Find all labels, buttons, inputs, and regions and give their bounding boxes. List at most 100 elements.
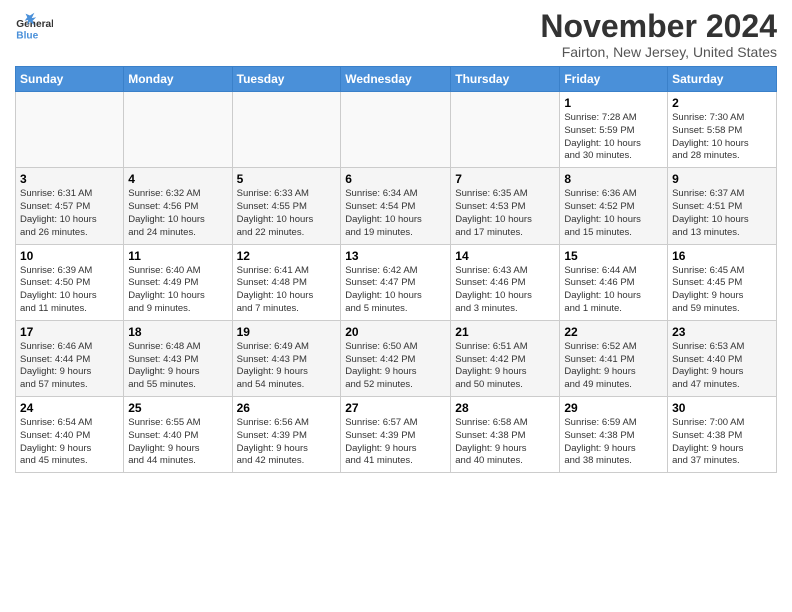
day-info: Sunrise: 6:31 AM Sunset: 4:57 PM Dayligh… [20, 188, 119, 239]
table-row: 6 Sunrise: 6:34 AM Sunset: 4:54 PM Daylig… [341, 168, 451, 244]
table-row: 9 Sunrise: 6:37 AM Sunset: 4:51 PM Daylig… [668, 168, 777, 244]
day-info: Sunrise: 6:45 AM Sunset: 4:45 PM Dayligh… [672, 265, 772, 316]
calendar-week-row: 17Sunrise: 6:46 AM Sunset: 4:44 PM Dayli… [16, 320, 777, 396]
header-monday: Monday [124, 67, 232, 92]
day-number: 5 [237, 172, 337, 186]
day-info: Sunrise: 6:32 AM Sunset: 4:56 PM Dayligh… [128, 188, 227, 239]
day-number: 12 [237, 249, 337, 263]
day-number: 16 [672, 249, 772, 263]
table-row: 18 Sunrise: 6:48 AM Sunset: 4:43 PM Dayli… [124, 320, 232, 396]
table-row: 4 Sunrise: 6:32 AM Sunset: 4:56 PM Daylig… [124, 168, 232, 244]
day-number: 4 [128, 172, 227, 186]
svg-text:Blue: Blue [16, 31, 38, 42]
day-number: 13 [345, 249, 446, 263]
table-row: 23 Sunrise: 6:53 AM Sunset: 4:40 PM Dayli… [668, 320, 777, 396]
location: Fairton, New Jersey, United States [540, 44, 777, 60]
table-row: 10 Sunrise: 6:39 AM Sunset: 4:50 PM Dayli… [16, 244, 124, 320]
day-number: 15 [564, 249, 663, 263]
day-info: Sunrise: 7:00 AM Sunset: 4:38 PM Dayligh… [672, 417, 772, 468]
logo: General Blue [15, 10, 53, 48]
day-info: Sunrise: 7:28 AM Sunset: 5:59 PM Dayligh… [564, 112, 663, 163]
day-info: Sunrise: 7:30 AM Sunset: 5:58 PM Dayligh… [672, 112, 772, 163]
table-row: 19 Sunrise: 6:49 AM Sunset: 4:43 PM Dayli… [232, 320, 341, 396]
day-info: Sunrise: 6:50 AM Sunset: 4:42 PM Dayligh… [345, 341, 446, 392]
calendar-week-row: 3 Sunrise: 6:31 AM Sunset: 4:57 PM Daylig… [16, 168, 777, 244]
table-row: 11 Sunrise: 6:40 AM Sunset: 4:49 PM Dayli… [124, 244, 232, 320]
day-number: 25 [128, 401, 227, 415]
header-thursday: Thursday [451, 67, 560, 92]
day-number: 28 [455, 401, 555, 415]
header-sunday: Sunday [16, 67, 124, 92]
day-info: Sunrise: 6:53 AM Sunset: 4:40 PM Dayligh… [672, 341, 772, 392]
day-number: 11 [128, 249, 227, 263]
header-tuesday: Tuesday [232, 67, 341, 92]
day-info: Sunrise: 6:54 AM Sunset: 4:40 PM Dayligh… [20, 417, 119, 468]
day-number: 26 [237, 401, 337, 415]
day-info: Sunrise: 6:35 AM Sunset: 4:53 PM Dayligh… [455, 188, 555, 239]
day-info: Sunrise: 6:43 AM Sunset: 4:46 PM Dayligh… [455, 265, 555, 316]
table-row: 29 Sunrise: 6:59 AM Sunset: 4:38 PM Dayli… [560, 397, 668, 473]
svg-text:General: General [16, 19, 53, 30]
table-row: 30Sunrise: 7:00 AM Sunset: 4:38 PM Dayli… [668, 397, 777, 473]
table-row: 27 Sunrise: 6:57 AM Sunset: 4:39 PM Dayli… [341, 397, 451, 473]
header-friday: Friday [560, 67, 668, 92]
calendar-week-row: 1 Sunrise: 7:28 AM Sunset: 5:59 PM Daylig… [16, 92, 777, 168]
title-section: November 2024 Fairton, New Jersey, Unite… [540, 10, 777, 60]
day-info: Sunrise: 6:55 AM Sunset: 4:40 PM Dayligh… [128, 417, 227, 468]
day-info: Sunrise: 6:39 AM Sunset: 4:50 PM Dayligh… [20, 265, 119, 316]
day-info: Sunrise: 6:44 AM Sunset: 4:46 PM Dayligh… [564, 265, 663, 316]
calendar-table: Sunday Monday Tuesday Wednesday Thursday… [15, 66, 777, 473]
day-number: 8 [564, 172, 663, 186]
table-row: 14 Sunrise: 6:43 AM Sunset: 4:46 PM Dayli… [451, 244, 560, 320]
day-info: Sunrise: 6:59 AM Sunset: 4:38 PM Dayligh… [564, 417, 663, 468]
day-number: 17 [20, 325, 119, 339]
day-number: 14 [455, 249, 555, 263]
day-number: 3 [20, 172, 119, 186]
table-row: 1 Sunrise: 7:28 AM Sunset: 5:59 PM Daylig… [560, 92, 668, 168]
day-info: Sunrise: 6:42 AM Sunset: 4:47 PM Dayligh… [345, 265, 446, 316]
table-row: 16 Sunrise: 6:45 AM Sunset: 4:45 PM Dayli… [668, 244, 777, 320]
day-number: 29 [564, 401, 663, 415]
day-number: 6 [345, 172, 446, 186]
table-row: 24 Sunrise: 6:54 AM Sunset: 4:40 PM Dayli… [16, 397, 124, 473]
table-row: 8 Sunrise: 6:36 AM Sunset: 4:52 PM Daylig… [560, 168, 668, 244]
day-info: Sunrise: 6:37 AM Sunset: 4:51 PM Dayligh… [672, 188, 772, 239]
calendar-week-row: 10 Sunrise: 6:39 AM Sunset: 4:50 PM Dayli… [16, 244, 777, 320]
page: General Blue November 2024 Fairton, New … [0, 0, 792, 612]
day-info: Sunrise: 6:57 AM Sunset: 4:39 PM Dayligh… [345, 417, 446, 468]
table-row [451, 92, 560, 168]
day-info: Sunrise: 6:49 AM Sunset: 4:43 PM Dayligh… [237, 341, 337, 392]
day-info: Sunrise: 6:56 AM Sunset: 4:39 PM Dayligh… [237, 417, 337, 468]
day-number: 7 [455, 172, 555, 186]
day-info: Sunrise: 6:58 AM Sunset: 4:38 PM Dayligh… [455, 417, 555, 468]
day-number: 10 [20, 249, 119, 263]
day-number: 19 [237, 325, 337, 339]
day-number: 21 [455, 325, 555, 339]
table-row [341, 92, 451, 168]
table-row: 26 Sunrise: 6:56 AM Sunset: 4:39 PM Dayli… [232, 397, 341, 473]
day-number: 18 [128, 325, 227, 339]
table-row [124, 92, 232, 168]
table-row: 15 Sunrise: 6:44 AM Sunset: 4:46 PM Dayli… [560, 244, 668, 320]
weekday-header-row: Sunday Monday Tuesday Wednesday Thursday… [16, 67, 777, 92]
day-info: Sunrise: 6:48 AM Sunset: 4:43 PM Dayligh… [128, 341, 227, 392]
day-info: Sunrise: 6:33 AM Sunset: 4:55 PM Dayligh… [237, 188, 337, 239]
day-number: 24 [20, 401, 119, 415]
day-number: 1 [564, 96, 663, 110]
day-number: 9 [672, 172, 772, 186]
day-number: 27 [345, 401, 446, 415]
table-row [16, 92, 124, 168]
header: General Blue November 2024 Fairton, New … [15, 10, 777, 60]
day-number: 23 [672, 325, 772, 339]
table-row: 21Sunrise: 6:51 AM Sunset: 4:42 PM Dayli… [451, 320, 560, 396]
day-info: Sunrise: 6:34 AM Sunset: 4:54 PM Dayligh… [345, 188, 446, 239]
day-info: Sunrise: 6:41 AM Sunset: 4:48 PM Dayligh… [237, 265, 337, 316]
day-info: Sunrise: 6:40 AM Sunset: 4:49 PM Dayligh… [128, 265, 227, 316]
table-row: 20Sunrise: 6:50 AM Sunset: 4:42 PM Dayli… [341, 320, 451, 396]
day-info: Sunrise: 6:36 AM Sunset: 4:52 PM Dayligh… [564, 188, 663, 239]
day-info: Sunrise: 6:52 AM Sunset: 4:41 PM Dayligh… [564, 341, 663, 392]
logo-icon: General Blue [15, 10, 53, 48]
table-row: 2Sunrise: 7:30 AM Sunset: 5:58 PM Daylig… [668, 92, 777, 168]
calendar-week-row: 24 Sunrise: 6:54 AM Sunset: 4:40 PM Dayli… [16, 397, 777, 473]
table-row: 12 Sunrise: 6:41 AM Sunset: 4:48 PM Dayli… [232, 244, 341, 320]
